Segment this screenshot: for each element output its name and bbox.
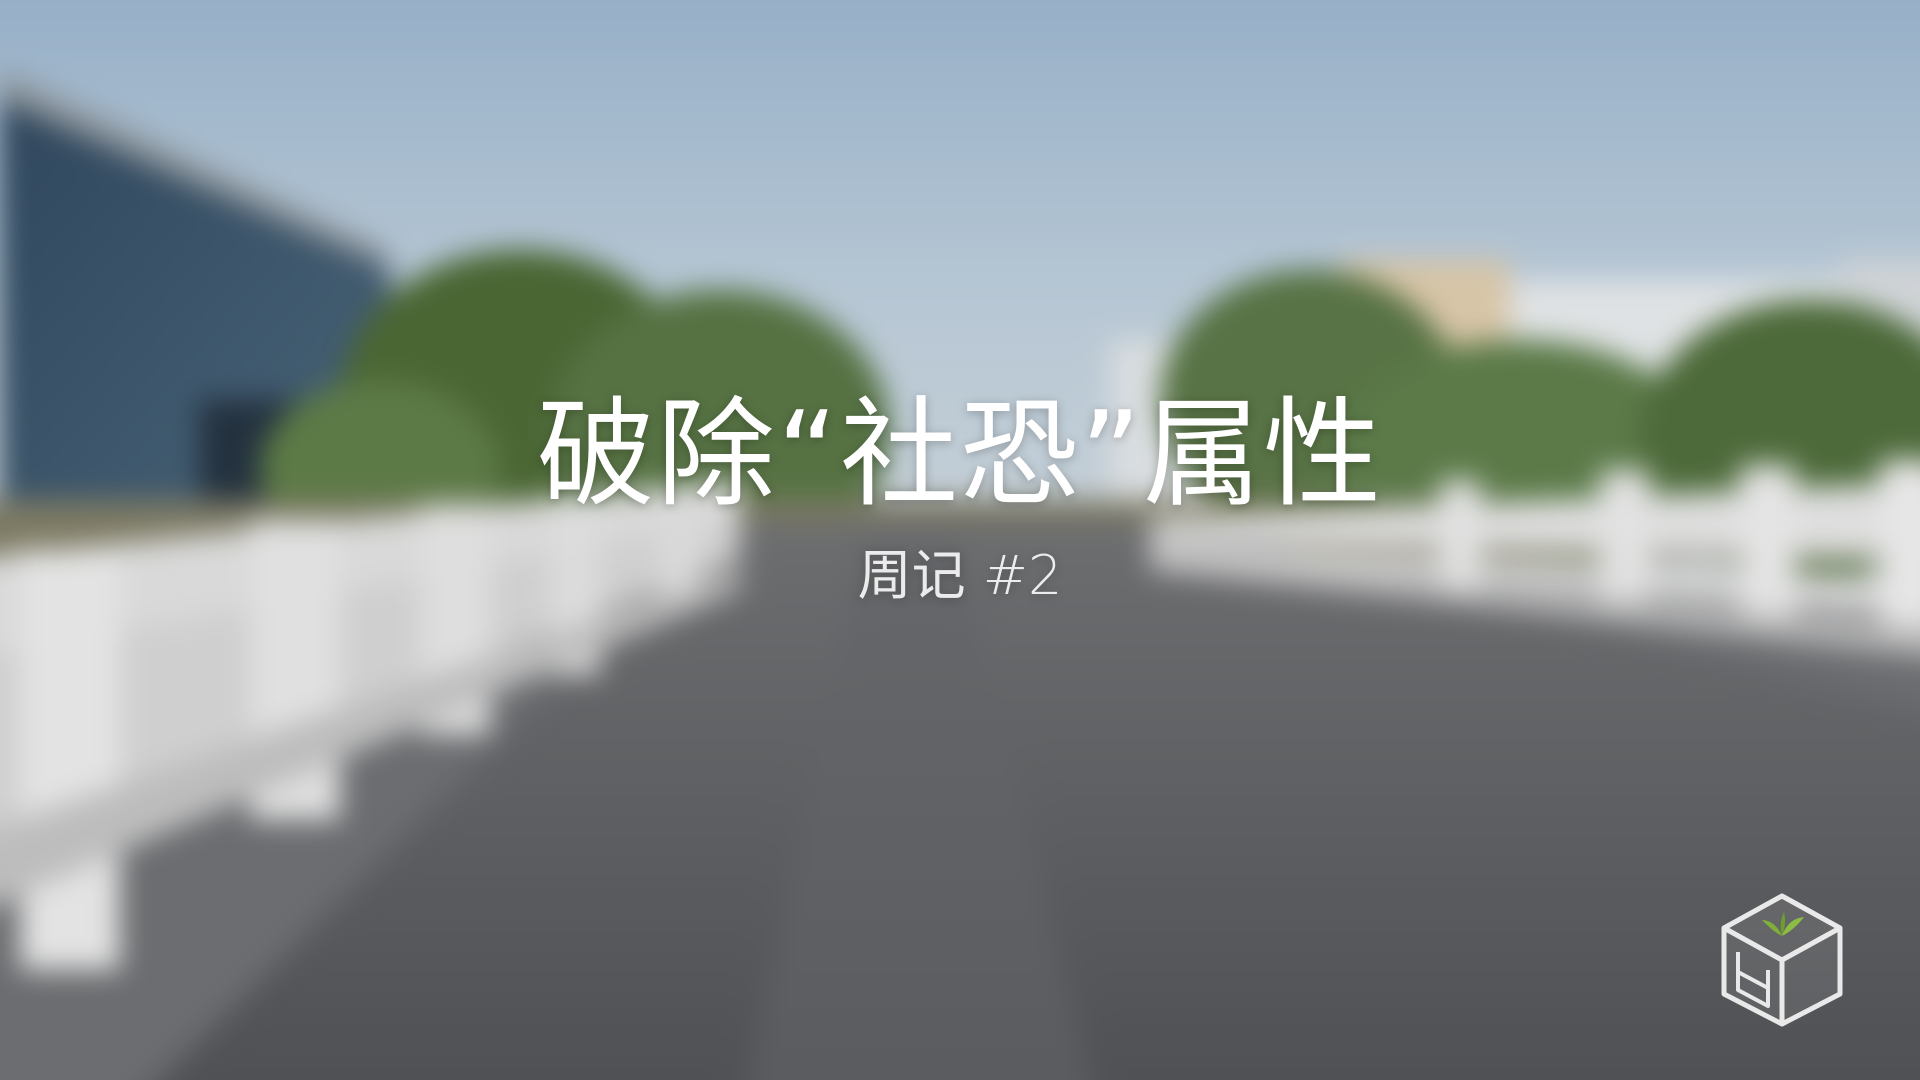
cover-title: 破除“社恐”属性: [536, 385, 1384, 523]
cover-title-block: 破除“社恐”属性 周记 #2: [0, 385, 1920, 607]
box-sprout-logo-icon: [1721, 893, 1843, 1027]
cover-subtitle: 周记 #2: [857, 543, 1063, 607]
cover-image: 破除“社恐”属性 周记 #2: [0, 0, 1920, 1080]
